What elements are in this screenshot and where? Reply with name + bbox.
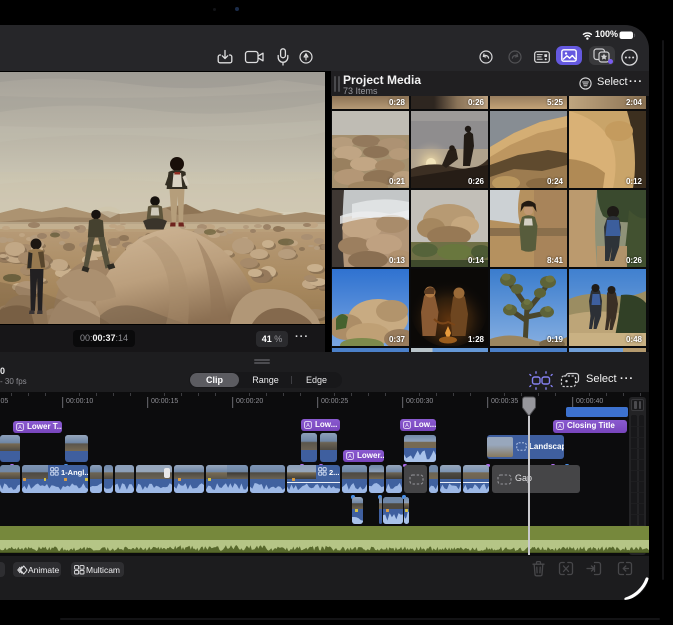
svg-text:A: A	[18, 425, 22, 431]
svg-text:A: A	[405, 423, 409, 429]
svg-text:A: A	[348, 454, 352, 460]
svg-text:A: A	[306, 423, 310, 429]
svg-text:A: A	[558, 424, 562, 430]
